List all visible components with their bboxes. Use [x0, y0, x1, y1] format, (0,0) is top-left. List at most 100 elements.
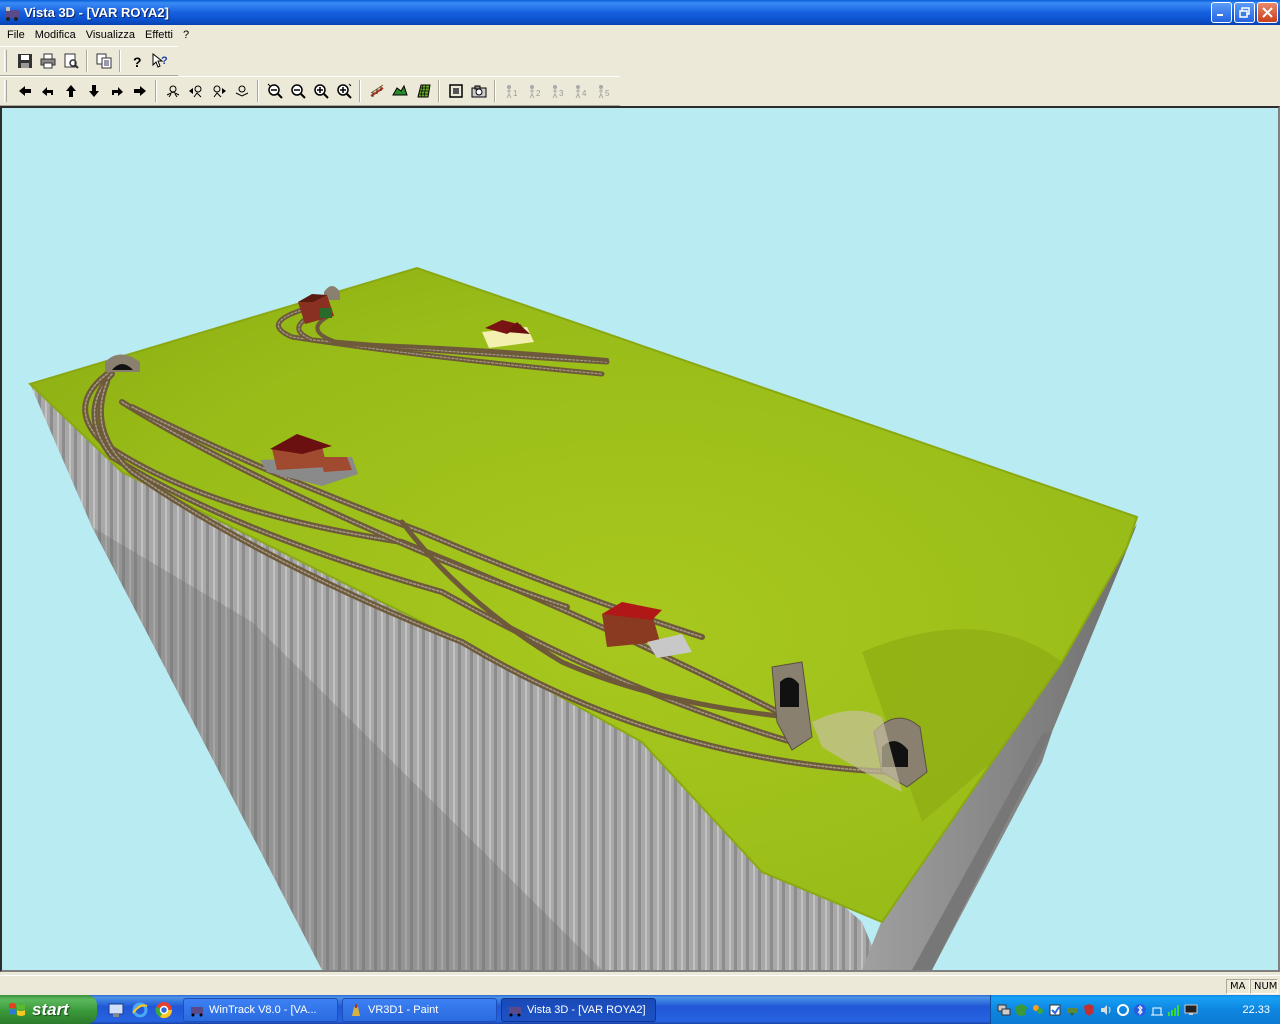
camera-tilt-down-button[interactable] — [230, 80, 253, 102]
show-desktop-icon[interactable] — [107, 1001, 125, 1019]
camera-right-button[interactable] — [207, 80, 230, 102]
toolbar-separator — [438, 80, 440, 102]
move-left-button[interactable] — [13, 80, 36, 102]
zoom-in-button[interactable] — [309, 80, 332, 102]
menu-bar: File Modifica Visualizza Effetti ? — [0, 25, 1280, 45]
viewpoint-4-button[interactable]: 4 — [569, 80, 592, 102]
zoom-out-far-button[interactable] — [263, 80, 286, 102]
minimize-button[interactable] — [1211, 2, 1232, 23]
viewpoint-5-icon: 5 — [598, 85, 610, 99]
svg-text:3: 3 — [559, 89, 564, 98]
display-icon[interactable] — [1184, 1003, 1198, 1017]
close-icon — [1262, 7, 1273, 18]
menu-file[interactable]: File — [2, 29, 30, 41]
messenger-icon[interactable] — [1031, 1003, 1045, 1017]
terrain-toggle-button[interactable] — [388, 80, 411, 102]
volume-icon[interactable] — [1099, 1003, 1113, 1017]
camera-tilt-up-icon — [166, 85, 179, 98]
toolbar-separator — [494, 80, 496, 102]
track-toggle-button[interactable] — [365, 80, 388, 102]
fit-view-icon — [448, 84, 463, 98]
move-up-button[interactable] — [59, 80, 82, 102]
signal-icon[interactable] — [1167, 1003, 1181, 1017]
zoom-out-far-icon — [267, 83, 283, 99]
minimize-icon — [1217, 14, 1223, 16]
close-button[interactable] — [1257, 2, 1278, 23]
taskbar: start WinTrack V8.0 - [VA... VR3D1 - Pai… — [0, 995, 1280, 1024]
caps-indicator: MA — [1226, 979, 1250, 994]
safely-remove-icon[interactable] — [1065, 1003, 1079, 1017]
arrow-up-icon — [65, 85, 76, 97]
svg-text:5: 5 — [605, 89, 610, 98]
toolbar-grip[interactable] — [4, 50, 7, 72]
help-button[interactable]: ? — [125, 50, 148, 72]
sync-icon[interactable] — [1116, 1003, 1130, 1017]
restore-icon — [1239, 7, 1250, 18]
task-paint[interactable]: VR3D1 - Paint — [342, 997, 497, 1022]
viewpoint-2-button[interactable]: 2 — [523, 80, 546, 102]
start-button[interactable]: start — [0, 995, 97, 1024]
rotate-left-button[interactable] — [36, 80, 59, 102]
arrow-right-icon — [133, 86, 146, 96]
viewpoint-1-icon: 1 — [506, 85, 518, 99]
task-wintrack[interactable]: WinTrack V8.0 - [VA... — [183, 997, 338, 1022]
svg-text:2: 2 — [536, 89, 541, 98]
connection-icon[interactable] — [1150, 1003, 1164, 1017]
bluetooth-icon[interactable] — [1133, 1003, 1147, 1017]
print-preview-button[interactable] — [59, 50, 82, 72]
toolbar-separator — [119, 50, 121, 72]
context-help-icon: ? — [152, 53, 168, 68]
camera-tilt-down-icon — [235, 85, 248, 97]
viewpoint-3-button[interactable]: 3 — [546, 80, 569, 102]
clock[interactable]: 22.33 — [1242, 1004, 1270, 1016]
antivirus-icon[interactable] — [1014, 1003, 1028, 1017]
zoom-in-near-button[interactable] — [332, 80, 355, 102]
viewpoint-5-button[interactable]: 5 — [592, 80, 615, 102]
chrome-icon[interactable] — [155, 1001, 173, 1019]
network-icon[interactable] — [997, 1003, 1011, 1017]
wintrack-app-icon — [191, 1006, 203, 1016]
print-button[interactable] — [36, 50, 59, 72]
status-bar: MA NUM — [0, 975, 1280, 995]
toolbar-grip[interactable] — [4, 80, 7, 102]
copy-button[interactable] — [92, 50, 115, 72]
quick-launch — [107, 1001, 173, 1019]
window-title: Vista 3D - [VAR ROYA2] — [24, 5, 169, 20]
windows-logo-icon — [9, 1002, 25, 1016]
arrow-down-icon — [88, 85, 99, 97]
3d-viewport[interactable] — [0, 106, 1280, 972]
move-down-button[interactable] — [82, 80, 105, 102]
track-icon — [369, 84, 384, 97]
rotate-right-button[interactable] — [105, 80, 128, 102]
grid-icon — [416, 84, 431, 98]
save-icon — [17, 54, 32, 68]
grid-toggle-button[interactable] — [411, 80, 434, 102]
viewpoint-3-icon: 3 — [552, 85, 564, 99]
snapshot-button[interactable] — [467, 80, 490, 102]
zoom-out-button[interactable] — [286, 80, 309, 102]
svg-text:4: 4 — [582, 89, 587, 98]
app-icon — [5, 6, 19, 21]
updates-icon[interactable] — [1048, 1003, 1062, 1017]
context-help-button[interactable]: ? — [148, 50, 171, 72]
camera-tilt-up-button[interactable] — [161, 80, 184, 102]
task-vista-3d[interactable]: Vista 3D - [VAR ROYA2] — [501, 997, 656, 1022]
camera-left-button[interactable] — [184, 80, 207, 102]
save-button[interactable] — [13, 50, 36, 72]
viewpoint-1-button[interactable]: 1 — [500, 80, 523, 102]
zoom-out-icon — [290, 84, 306, 99]
task-label: WinTrack V8.0 - [VA... — [209, 1003, 317, 1016]
menu-effetti[interactable]: Effetti — [140, 29, 178, 41]
menu-help[interactable]: ? — [178, 29, 194, 41]
arrow-left-icon — [18, 86, 31, 96]
title-bar[interactable]: Vista 3D - [VAR ROYA2] — [0, 0, 1280, 25]
menu-visualizza[interactable]: Visualizza — [81, 29, 140, 41]
shield-icon[interactable] — [1082, 1003, 1096, 1017]
menu-modifica[interactable]: Modifica — [30, 29, 81, 41]
view-toolbar: 1 2 3 4 5 — [0, 76, 620, 106]
internet-explorer-icon[interactable] — [131, 1001, 149, 1019]
fit-view-button[interactable] — [444, 80, 467, 102]
restore-button[interactable] — [1234, 2, 1255, 23]
move-right-button[interactable] — [128, 80, 151, 102]
toolbar-separator — [257, 80, 259, 102]
